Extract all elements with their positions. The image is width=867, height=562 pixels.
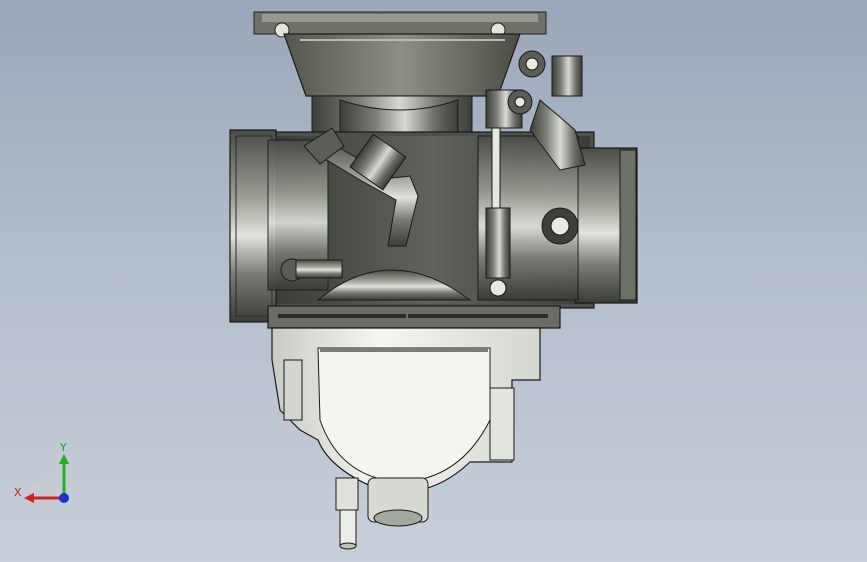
cad-viewport[interactable]: Y X <box>0 0 867 562</box>
y-axis-arrow-icon <box>59 454 69 464</box>
air-funnel <box>283 33 521 97</box>
carburetor-model[interactable] <box>0 0 867 562</box>
z-axis-dot-icon <box>59 493 69 503</box>
x-axis-label: X <box>14 486 22 499</box>
throttle-rod <box>491 127 501 219</box>
coordinate-triad: Y X <box>14 441 69 503</box>
y-axis-label: Y <box>59 441 67 454</box>
